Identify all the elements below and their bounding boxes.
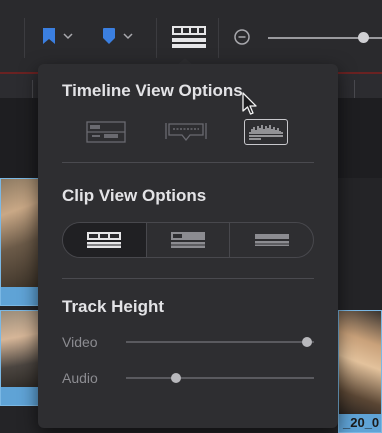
toolbar-divider <box>156 18 157 58</box>
timeline-view-options-title: Timeline View Options <box>62 81 243 100</box>
stacked-timelines-option[interactable] <box>84 119 128 145</box>
marker-icon <box>103 28 115 44</box>
audio-waveform-icon <box>249 125 283 140</box>
clip-thumbnail <box>1 179 39 287</box>
toolbar-divider <box>24 18 25 58</box>
clip-view-segmented-control <box>62 222 314 258</box>
section-divider <box>62 278 314 279</box>
track-height-title: Track Height <box>62 297 165 316</box>
clip-thumbnail <box>1 311 39 387</box>
clip-view-filmstrip-option[interactable] <box>63 223 147 257</box>
mouse-pointer-icon <box>242 92 257 115</box>
video-track-height-label: Video <box>62 334 98 350</box>
audio-track-height-label: Audio <box>62 370 98 386</box>
clip-name: _20_0 <box>343 415 380 430</box>
clip-thumbnail <box>339 311 381 414</box>
filmstrip-clip-icon <box>87 232 122 248</box>
video-track-height-slider[interactable] <box>126 341 314 343</box>
flag-dropdown[interactable] <box>42 28 73 44</box>
chevron-down-icon <box>123 33 133 40</box>
clip-view-thumbnail-option[interactable] <box>147 223 231 257</box>
timeline-clip[interactable] <box>0 310 40 406</box>
clip-view-options-title: Clip View Options <box>62 186 207 205</box>
flag-icon <box>43 28 55 44</box>
thumbnail-clip-icon <box>171 232 205 248</box>
audio-track-height-slider[interactable] <box>126 377 314 379</box>
section-divider <box>62 162 314 163</box>
toolbar-divider <box>218 18 219 58</box>
subtitle-track-icon <box>165 123 207 142</box>
zoom-slider-handle[interactable] <box>358 32 369 43</box>
timeline-view-icon <box>172 26 206 48</box>
chevron-down-icon <box>63 33 73 40</box>
minus-circle-icon <box>234 29 250 45</box>
clip-view-simple-option[interactable] <box>230 223 313 257</box>
timeline-clip[interactable]: _20_0 <box>338 310 382 433</box>
zoom-out-button[interactable] <box>234 29 250 45</box>
timeline-view-options-button[interactable] <box>172 26 206 48</box>
timeline-view-options-popup: Timeline View Options Clip View Options <box>38 64 338 428</box>
video-track-height-handle[interactable] <box>302 337 312 347</box>
simple-clip-icon <box>254 234 289 246</box>
timeline-clip[interactable] <box>0 178 40 306</box>
subtitle-track-option[interactable] <box>164 119 208 145</box>
marker-dropdown[interactable] <box>102 28 133 44</box>
stacked-timelines-icon <box>86 121 126 143</box>
audio-track-height-handle[interactable] <box>171 373 181 383</box>
audio-waveforms-option[interactable] <box>244 119 288 145</box>
